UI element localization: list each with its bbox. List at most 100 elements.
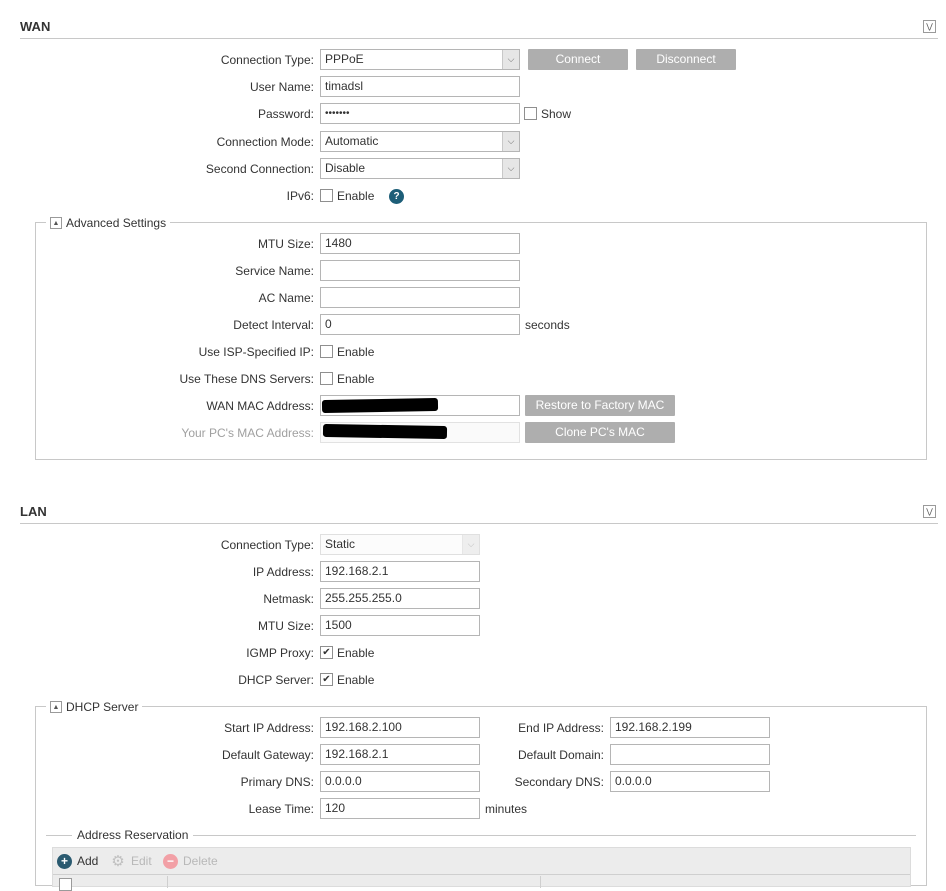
netmask-input[interactable]: 255.255.255.0 (320, 588, 480, 609)
add-button[interactable]: + Add (57, 851, 98, 871)
column-divider (540, 876, 541, 888)
ipv6-enable-label: Enable (337, 189, 375, 203)
chevron-down-icon: ⌵ (462, 535, 479, 554)
secondary-dns-label: Secondary DNS: (514, 775, 604, 789)
redaction-mark (322, 423, 448, 440)
password-label: Password: (257, 107, 314, 121)
default-domain-label: Default Domain: (517, 748, 604, 762)
dns-servers-label: Use These DNS Servers: (179, 372, 315, 386)
connection-mode-value: Automatic (325, 134, 379, 148)
wan-connection-type-select[interactable]: PPPoE ⌵ (320, 49, 520, 70)
ac-name-label: AC Name: (258, 291, 314, 305)
wan-section-title: WAN (20, 19, 51, 34)
lan-mtu-label: MTU Size: (257, 619, 314, 633)
second-connection-label: Second Connection: (205, 162, 314, 176)
checkmark-icon: ✔ (322, 646, 331, 658)
help-icon[interactable]: ? (389, 189, 404, 204)
igmp-proxy-enable-label: Enable (337, 646, 375, 660)
detect-interval-unit: seconds (525, 318, 570, 332)
reservation-toolbar: + Add ⚙ Edit − Delete (52, 847, 911, 891)
advanced-settings-title: Advanced Settings (66, 216, 167, 230)
detect-interval-input[interactable]: 0 (320, 314, 520, 335)
redaction-mark (321, 397, 439, 414)
dns-servers-checkbox[interactable] (320, 372, 333, 385)
lan-section-title: LAN (20, 504, 47, 519)
pc-mac-input (320, 422, 520, 443)
table-header-divider (53, 874, 910, 875)
secondary-dns-input[interactable]: 0.0.0.0 (610, 771, 770, 792)
wan-connection-type-value: PPPoE (325, 52, 364, 66)
user-name-input[interactable]: timadsl (320, 76, 520, 97)
clone-pc-mac-button[interactable]: Clone PC's MAC (525, 422, 675, 443)
show-password-checkbox[interactable] (524, 107, 537, 120)
connection-mode-label: Connection Mode: (216, 135, 314, 149)
dhcp-server-enable-label: Enable (337, 673, 375, 687)
lan-collapse-icon[interactable]: ⋁ (923, 505, 936, 518)
end-ip-input[interactable]: 192.168.2.199 (610, 717, 770, 738)
second-connection-value: Disable (325, 161, 366, 175)
disconnect-button[interactable]: Disconnect (636, 49, 736, 70)
chevron-down-icon: ⌵ (502, 50, 519, 69)
service-name-input[interactable] (320, 260, 520, 281)
service-name-label: Service Name: (235, 264, 314, 278)
lease-time-input[interactable]: 120 (320, 798, 480, 819)
minus-icon: − (163, 853, 178, 869)
wan-collapse-icon[interactable]: ⋁ (923, 20, 936, 33)
lan-ip-label: IP Address: (252, 565, 314, 579)
wan-mtu-input[interactable]: 1480 (320, 233, 520, 254)
chevron-down-icon: ⌵ (502, 132, 519, 151)
lan-connection-type-label: Connection Type: (220, 538, 314, 552)
primary-dns-label: Primary DNS: (240, 775, 314, 789)
igmp-proxy-label: IGMP Proxy: (246, 646, 314, 660)
wan-mac-label: WAN MAC Address: (206, 399, 314, 413)
netmask-label: Netmask: (263, 592, 314, 606)
lan-connection-type-select: Static ⌵ (320, 534, 480, 555)
default-gateway-input[interactable]: 192.168.2.1 (320, 744, 480, 765)
restore-factory-mac-button[interactable]: Restore to Factory MAC (525, 395, 675, 416)
delete-button[interactable]: − Delete (163, 851, 218, 871)
lan-connection-type-value: Static (325, 537, 356, 551)
primary-dns-input[interactable]: 0.0.0.0 (320, 771, 480, 792)
wan-mac-input[interactable] (320, 395, 520, 416)
advanced-settings-legend[interactable]: ▲ Advanced Settings (46, 215, 171, 231)
igmp-proxy-checkbox[interactable]: ✔ (320, 646, 333, 659)
user-name-label: User Name: (249, 80, 314, 94)
start-ip-label: Start IP Address: (224, 721, 314, 735)
lan-mtu-input[interactable]: 1500 (320, 615, 480, 636)
gear-icon: ⚙ (111, 852, 125, 870)
chevron-down-icon: ⌵ (502, 159, 519, 178)
lease-time-unit: minutes (485, 802, 528, 816)
ac-name-input[interactable] (320, 287, 520, 308)
connection-mode-select[interactable]: Automatic ⌵ (320, 131, 520, 152)
password-input[interactable]: ••••••• (320, 103, 520, 124)
edit-button[interactable]: ⚙ Edit (110, 851, 152, 871)
wan-mtu-label: MTU Size: (257, 237, 314, 251)
lan-ip-input[interactable]: 192.168.2.1 (320, 561, 480, 582)
start-ip-input[interactable]: 192.168.2.100 (320, 717, 480, 738)
ipv6-label: IPv6: (286, 189, 314, 203)
dhcp-server-checkbox[interactable]: ✔ (320, 673, 333, 686)
isp-ip-label: Use ISP-Specified IP: (198, 345, 314, 359)
default-gateway-label: Default Gateway: (221, 748, 314, 762)
isp-ip-enable-label: Enable (337, 345, 375, 359)
dhcp-server-legend[interactable]: ▲ DHCP Server (46, 699, 143, 715)
wan-connection-type-label: Connection Type: (220, 53, 314, 67)
add-label: Add (77, 854, 99, 868)
connect-button[interactable]: Connect (528, 49, 628, 70)
dhcp-server-title: DHCP Server (66, 700, 139, 714)
second-connection-select[interactable]: Disable ⌵ (320, 158, 520, 179)
detect-interval-label: Detect Interval: (233, 318, 314, 332)
default-domain-input[interactable] (610, 744, 770, 765)
ipv6-enable-checkbox[interactable] (320, 189, 333, 202)
checkmark-icon: ✔ (322, 673, 331, 685)
pc-mac-label: Your PC's MAC Address: (181, 426, 314, 440)
dns-servers-enable-label: Enable (337, 372, 375, 386)
collapse-up-icon: ▲ (50, 701, 62, 713)
edit-label: Edit (131, 854, 152, 868)
wan-divider (20, 38, 938, 39)
collapse-up-icon: ▲ (50, 217, 62, 229)
isp-ip-checkbox[interactable] (320, 345, 333, 358)
end-ip-label: End IP Address: (518, 721, 604, 735)
show-password-label: Show (541, 107, 572, 121)
delete-label: Delete (183, 854, 218, 868)
